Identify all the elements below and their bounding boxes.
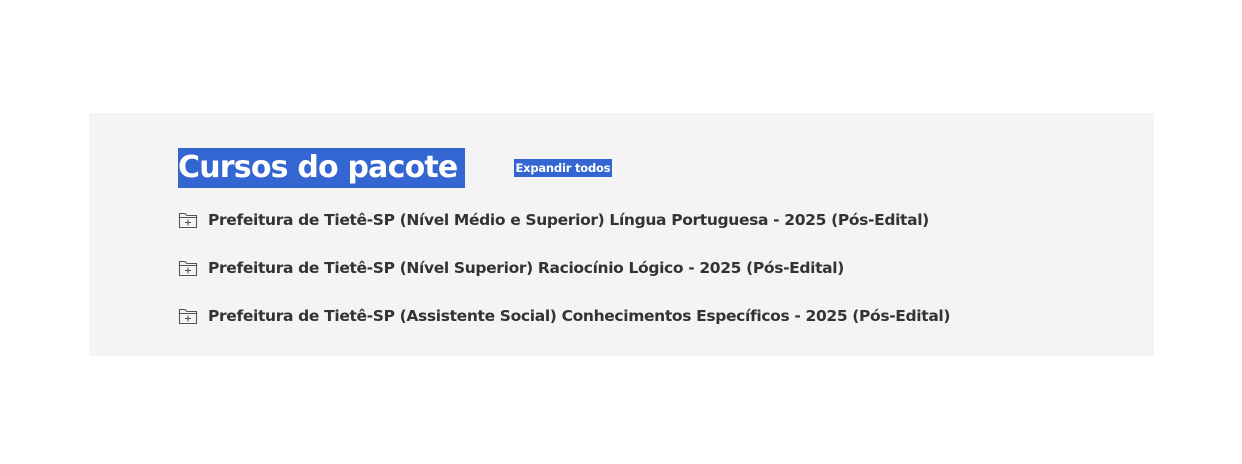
section-title: Cursos do pacote: [178, 148, 466, 188]
folder-plus-icon: [178, 211, 198, 229]
section-header: Cursos do pacote Expandir todos: [178, 148, 613, 188]
course-title: Prefeitura de Tietê-SP (Nível Médio e Su…: [208, 211, 929, 229]
course-package-panel: Cursos do pacote Expandir todos Prefeitu…: [89, 113, 1154, 356]
course-item[interactable]: Prefeitura de Tietê-SP (Nível Superior) …: [178, 256, 950, 280]
expand-all-button[interactable]: Expandir todos: [514, 159, 613, 177]
folder-plus-icon: [178, 259, 198, 277]
course-title: Prefeitura de Tietê-SP (Nível Superior) …: [208, 259, 844, 277]
folder-plus-icon: [178, 307, 198, 325]
course-title: Prefeitura de Tietê-SP (Assistente Socia…: [208, 307, 951, 325]
course-list: Prefeitura de Tietê-SP (Nível Médio e Su…: [178, 208, 950, 352]
course-item[interactable]: Prefeitura de Tietê-SP (Assistente Socia…: [178, 304, 950, 328]
course-item[interactable]: Prefeitura de Tietê-SP (Nível Médio e Su…: [178, 208, 950, 232]
